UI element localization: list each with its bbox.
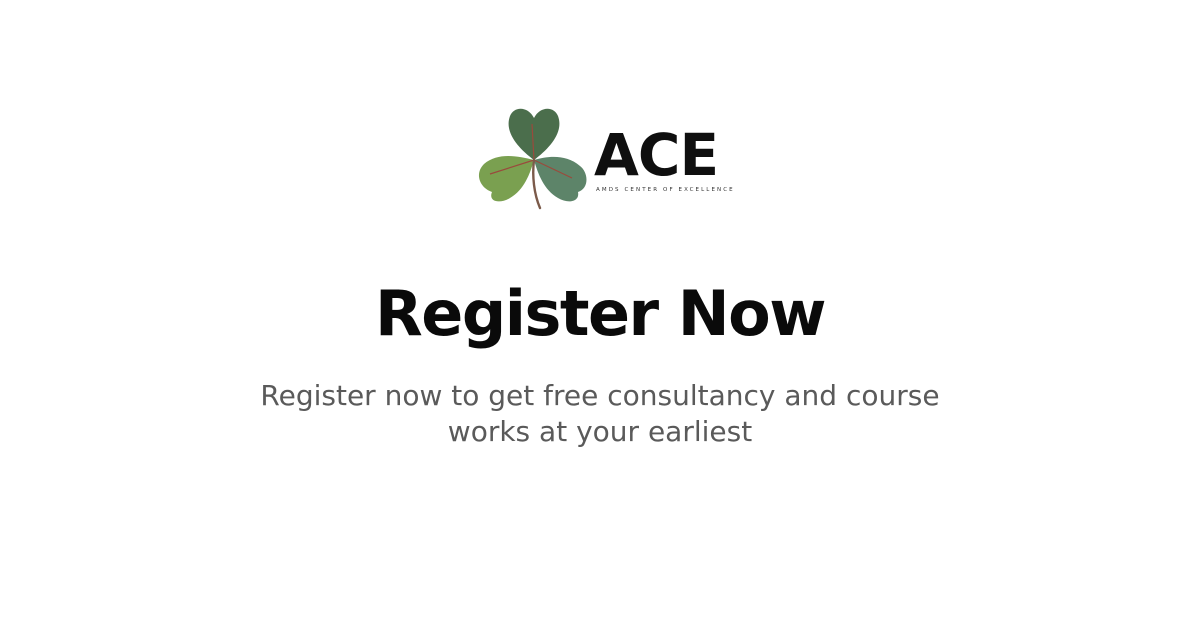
ace-logo: ACE AMDS CENTER OF EXCELLENCE <box>474 104 734 214</box>
page-subtitle: Register now to get free consultancy and… <box>260 379 940 448</box>
page-title: Register Now <box>375 277 826 350</box>
logo-tagline: AMDS CENTER OF EXCELLENCE <box>596 187 735 193</box>
page-canvas: ACE AMDS CENTER OF EXCELLENCE Register N… <box>0 0 1200 630</box>
logo-wordmark: ACE <box>594 121 719 189</box>
shamrock-icon <box>478 108 587 210</box>
